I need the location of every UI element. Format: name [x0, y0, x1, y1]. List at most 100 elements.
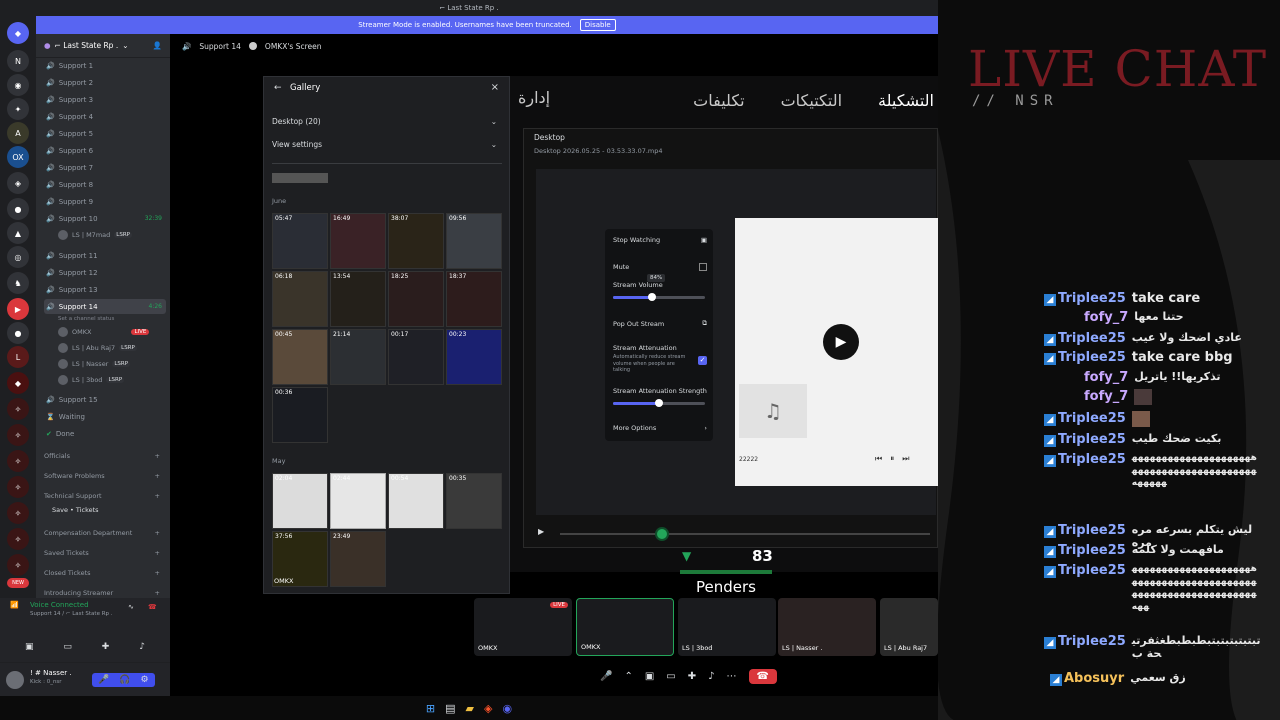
clip-thumbnail[interactable]: 23:49 [330, 531, 386, 587]
camera-icon[interactable]: ▣ [25, 642, 34, 652]
server-icon[interactable]: ✧ [7, 528, 29, 550]
clip-thumbnail[interactable]: 05:47 [272, 213, 328, 269]
stream-attenuation-item[interactable]: Stream Attenuation [613, 344, 707, 352]
channel-support-2[interactable]: 🔊 Support 2 [44, 75, 166, 90]
channel-support-7[interactable]: 🔊 Support 7 [44, 160, 166, 175]
gear-icon[interactable]: ⚙ [140, 675, 148, 685]
discord-home-icon[interactable]: ◆ [7, 22, 29, 44]
stop-watching-item[interactable]: Stop Watching ▣ [613, 236, 707, 244]
server-icon[interactable]: OX [7, 146, 29, 168]
channel-support-5[interactable]: 🔊 Support 5 [44, 126, 166, 141]
selected-thumb[interactable] [272, 173, 328, 183]
plus-icon[interactable]: + [155, 589, 160, 597]
plus-icon[interactable]: + [155, 452, 160, 460]
channel-support-9[interactable]: 🔊 Support 9 [44, 194, 166, 209]
stream-tile[interactable]: LIVE OMKX [474, 598, 572, 656]
seek-handle[interactable] [655, 527, 669, 541]
clip-thumbnail[interactable]: 00:36 [272, 387, 328, 443]
slider-handle[interactable] [655, 399, 663, 407]
clip-thumbnail[interactable]: 21:14 [330, 329, 386, 385]
channel-support-12[interactable]: 🔊 Support 12 [44, 265, 166, 280]
clip-thumbnail[interactable]: 00:17 [388, 329, 444, 385]
category-compensation[interactable]: Compensation Department + [44, 529, 166, 537]
server-icon[interactable]: ◈ [7, 172, 29, 194]
activities-icon[interactable]: ✚ [688, 671, 696, 682]
disable-button[interactable]: Disable [579, 19, 616, 31]
next-icon[interactable]: ⏭ [902, 454, 909, 464]
camera-off-icon[interactable]: ▣ [645, 671, 654, 682]
stream-tile[interactable]: LS | 3bod [678, 598, 776, 656]
leave-call-button[interactable]: ☎ [748, 668, 777, 684]
channel-support-10[interactable]: 🔊 Support 10 32:39 [44, 211, 166, 226]
clip-thumbnail[interactable]: 00:45 [272, 329, 328, 385]
clip-thumbnail[interactable]: 02:04 [272, 473, 328, 529]
pause-icon[interactable]: ⏸ [890, 454, 894, 464]
clip-thumbnail[interactable]: 38:07 [388, 213, 444, 269]
server-icon[interactable]: ♞ [7, 272, 29, 294]
screen-share-icon[interactable]: ▭ [666, 671, 675, 682]
server-icon[interactable]: ✧ [7, 450, 29, 472]
channel-support-15[interactable]: 🔊 Support 15 [44, 392, 166, 407]
tab-label[interactable]: تكليفات [693, 91, 744, 110]
clip-thumbnail[interactable]: 00:54 [388, 473, 444, 529]
more-options-item[interactable]: More Options › [613, 424, 707, 432]
channel-support-8[interactable]: 🔊 Support 8 [44, 177, 166, 192]
plus-icon[interactable]: + [155, 472, 160, 480]
plus-icon[interactable]: + [155, 492, 160, 500]
attenuation-checkbox[interactable]: ✓ [698, 356, 707, 365]
tab-label[interactable]: التكتيكات [781, 91, 842, 110]
server-icon[interactable]: ✧ [7, 476, 29, 498]
channel-support-4[interactable]: 🔊 Support 4 [44, 109, 166, 124]
tab-label[interactable]: التشكيلة [878, 91, 934, 110]
add-member-icon[interactable]: 👤 [153, 41, 162, 50]
clip-thumbnail[interactable]: 02:44 [330, 473, 386, 529]
voice-title[interactable]: Voice Connected [30, 601, 89, 609]
server-icon[interactable]: ✧ [7, 554, 29, 576]
stream-tile[interactable]: OMKX [576, 598, 674, 656]
close-icon[interactable]: × [491, 82, 499, 93]
voice-member[interactable]: LS | Abu Raj7 LSRP [58, 340, 137, 355]
category-officials[interactable]: Officials + [44, 452, 166, 460]
channel-support-3[interactable]: 🔊 Support 3 [44, 92, 166, 107]
folder-icon[interactable]: ▰ [466, 702, 474, 715]
category-introducing-streamer[interactable]: Introducing Streamer + [44, 589, 166, 597]
clip-thumbnail[interactable]: 18:37 [446, 271, 502, 327]
server-icon[interactable]: N [7, 50, 29, 72]
clip-thumbnail[interactable]: 09:56 [446, 213, 502, 269]
server-icon[interactable]: ◉ [7, 74, 29, 96]
microphone-icon[interactable]: 🎤 [600, 671, 612, 682]
tab-label[interactable]: إدارة [518, 88, 550, 107]
windows-start-icon[interactable]: ⊞ [426, 702, 435, 715]
view-settings-dropdown[interactable]: View settings ⌄ [272, 140, 497, 149]
category-technical-support[interactable]: Technical Support + [44, 492, 166, 500]
server-icon[interactable]: ● [7, 322, 29, 344]
chevron-up-icon[interactable]: ⌃ [624, 671, 632, 682]
slider-handle[interactable] [647, 293, 656, 301]
microphone-icon[interactable]: 🎤 [98, 675, 109, 685]
clip-thumbnail[interactable]: 00:23 [446, 329, 502, 385]
channel-support-13[interactable]: 🔊 Support 13 [44, 282, 166, 297]
play-icon[interactable]: ▶ [823, 324, 859, 360]
category-saved-tickets[interactable]: Saved Tickets + [44, 549, 166, 557]
plus-icon[interactable]: + [155, 569, 160, 577]
clip-thumbnail[interactable]: 06:18 [272, 271, 328, 327]
mute-checkbox[interactable] [699, 263, 707, 271]
voice-member[interactable]: LS | M7mad LSRP [58, 227, 132, 242]
plus-icon[interactable]: + [155, 529, 160, 537]
gallery-source-dropdown[interactable]: Desktop (20) ⌄ [272, 117, 497, 126]
task-view-icon[interactable]: ▤ [445, 702, 455, 715]
server-icon[interactable]: A [7, 122, 29, 144]
voice-member[interactable]: LS | 3bod LSRP [58, 372, 125, 387]
more-icon[interactable]: ⋯ [727, 671, 737, 682]
stream-volume-slider[interactable] [613, 293, 705, 301]
channel-waiting[interactable]: ⌛ Waiting [44, 409, 166, 424]
category-save-tickets[interactable]: Save • Tickets [52, 506, 174, 514]
channel-support-1[interactable]: 🔊 Support 1 [44, 58, 166, 73]
voice-member[interactable]: LS | Nasser LSRP [58, 356, 131, 371]
disconnect-icon[interactable]: ☎ [148, 603, 157, 611]
activities-icon[interactable]: ✚ [102, 642, 110, 652]
server-icon[interactable]: L [7, 346, 29, 368]
stream-tile[interactable]: LS | Nasser . [778, 598, 876, 656]
discord-icon[interactable]: ◉ [502, 702, 512, 715]
server-icon[interactable]: ✧ [7, 424, 29, 446]
